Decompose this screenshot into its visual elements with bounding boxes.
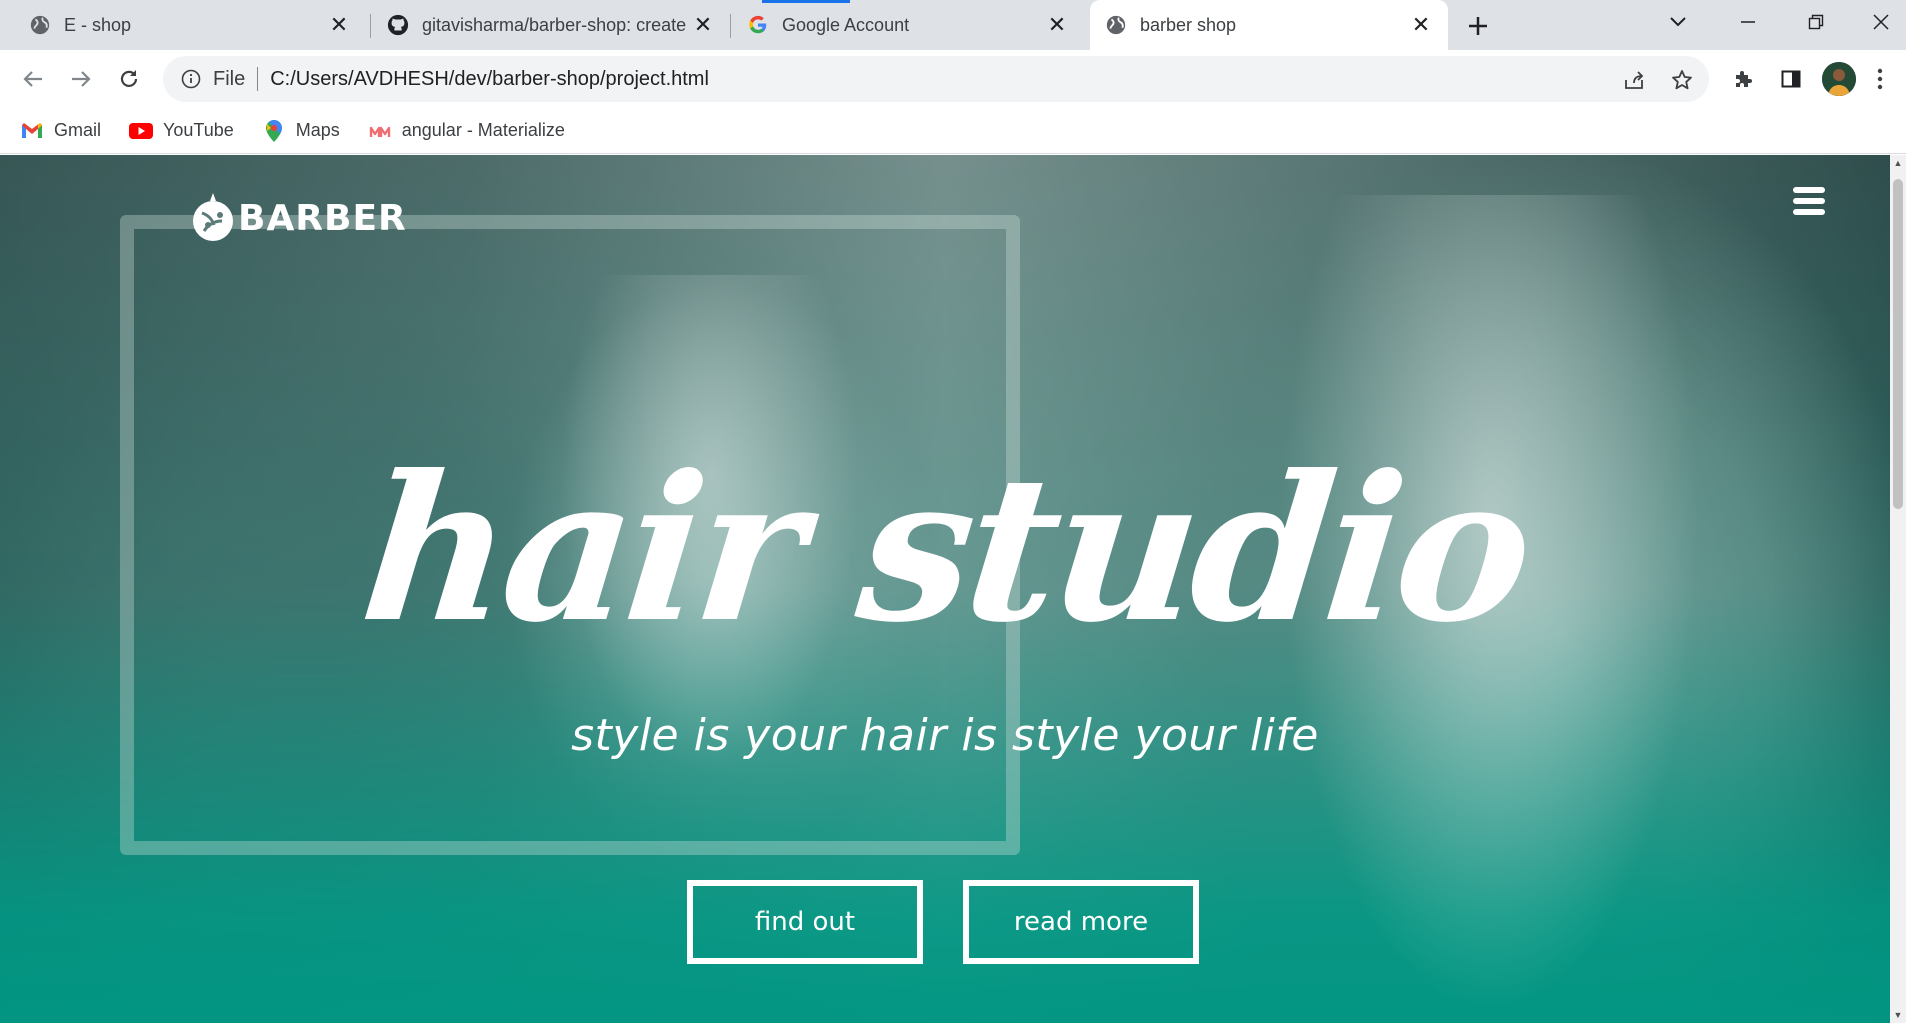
bookmark-label: Maps <box>295 120 340 140</box>
gmail-icon <box>20 119 44 143</box>
close-window-button[interactable] <box>1856 0 1906 44</box>
bookmark-materialize[interactable]: angular - Materialize <box>368 119 565 143</box>
close-icon <box>1873 14 1889 30</box>
scroll-down-icon[interactable]: ▼ <box>1890 1007 1906 1023</box>
globe-icon <box>28 13 52 37</box>
bookmark-label: angular - Materialize <box>401 120 565 140</box>
share-icon[interactable] <box>1619 65 1649 95</box>
bookmark-label: Gmail <box>54 120 102 140</box>
bookmark-youtube[interactable]: YouTube <box>129 119 234 143</box>
maps-icon <box>262 119 286 143</box>
star-icon[interactable] <box>1667 65 1697 95</box>
puzzle-icon <box>1736 71 1752 87</box>
side-panel-button[interactable] <box>1774 62 1808 96</box>
arrow-left-icon <box>23 71 42 87</box>
more-vertical-icon <box>1877 68 1883 90</box>
page-scrollbar[interactable]: ▲ ▼ <box>1890 155 1906 1023</box>
barber-logo-icon <box>193 193 233 241</box>
reload-icon <box>120 70 138 87</box>
hero-title: hair studio <box>352 432 1538 667</box>
tab-github[interactable]: gitavisharma/barber-shop: create ✕ <box>372 0 730 50</box>
tab-e-shop[interactable]: E - shop ✕ <box>14 0 366 50</box>
scroll-up-icon[interactable]: ▲ <box>1890 155 1906 171</box>
scroll-thumb[interactable] <box>1893 179 1903 509</box>
minimize-button[interactable] <box>1720 0 1776 44</box>
tab-title: barber shop <box>1140 14 1237 35</box>
globe-icon <box>1104 13 1128 37</box>
tab-title: Google Account <box>782 14 910 35</box>
close-icon[interactable]: ✕ <box>690 12 716 38</box>
tab-strip: E - shop ✕ gitavisharma/barber-shop: cre… <box>0 0 1906 50</box>
arrow-right-icon <box>72 71 91 87</box>
back-button[interactable] <box>16 62 50 96</box>
bookmark-gmail[interactable]: Gmail <box>20 119 101 143</box>
bookmark-maps[interactable]: Maps <box>262 119 340 143</box>
bookmarks-bar: Gmail YouTube Maps angular - Materialize <box>0 108 1906 154</box>
restore-icon <box>1808 14 1824 30</box>
forward-button[interactable] <box>64 62 98 96</box>
tab-title: E - shop <box>64 14 132 35</box>
logo-text: BARBER <box>238 197 407 239</box>
close-icon[interactable]: ✕ <box>326 12 352 38</box>
hero-subtitle: style is your hair is style your life <box>571 710 1319 761</box>
restore-button[interactable] <box>1788 0 1844 44</box>
tab-search-button[interactable] <box>1650 0 1706 44</box>
materialize-icon <box>368 119 392 143</box>
minimize-icon <box>1741 21 1755 23</box>
new-tab-button[interactable] <box>1462 10 1494 42</box>
menu-button[interactable] <box>1868 62 1892 96</box>
tab-google-account[interactable]: Google Account ✕ <box>732 0 1084 50</box>
tab-separator <box>730 14 731 38</box>
profile-avatar-icon <box>1822 62 1856 96</box>
hamburger-menu-icon[interactable] <box>1793 185 1825 217</box>
address-bar[interactable]: File C:/Users/AVDHESH/dev/barber-shop/pr… <box>163 56 1709 102</box>
extensions-button[interactable] <box>1726 62 1760 96</box>
site-logo[interactable]: BARBER <box>190 191 407 245</box>
side-panel-icon <box>1781 70 1801 88</box>
github-icon <box>386 13 410 37</box>
google-icon <box>746 13 770 37</box>
scheme-label: File <box>213 67 246 90</box>
browser-toolbar: File C:/Users/AVDHESH/dev/barber-shop/pr… <box>0 50 1906 108</box>
close-icon[interactable]: ✕ <box>1408 12 1434 38</box>
bookmark-label: YouTube <box>163 120 234 140</box>
info-icon[interactable] <box>179 67 203 91</box>
read-more-button[interactable]: read more <box>963 880 1199 964</box>
close-icon[interactable]: ✕ <box>1044 12 1070 38</box>
plus-icon <box>1469 17 1487 35</box>
tab-barber-shop[interactable]: barber shop ✕ <box>1090 0 1448 50</box>
find-out-button[interactable]: find out <box>687 880 923 964</box>
reload-button[interactable] <box>112 62 146 96</box>
youtube-icon <box>129 119 154 143</box>
chevron-down-icon <box>1670 17 1686 27</box>
tab-separator <box>370 14 371 38</box>
url-text[interactable]: C:/Users/AVDHESH/dev/barber-shop/project… <box>270 68 709 91</box>
avatar[interactable] <box>1822 62 1856 96</box>
tab-title: gitavisharma/barber-shop: create <box>422 14 687 35</box>
omnibox-divider <box>257 67 259 91</box>
page-viewport: BARBER hair studio style is your hair is… <box>0 155 1890 1023</box>
